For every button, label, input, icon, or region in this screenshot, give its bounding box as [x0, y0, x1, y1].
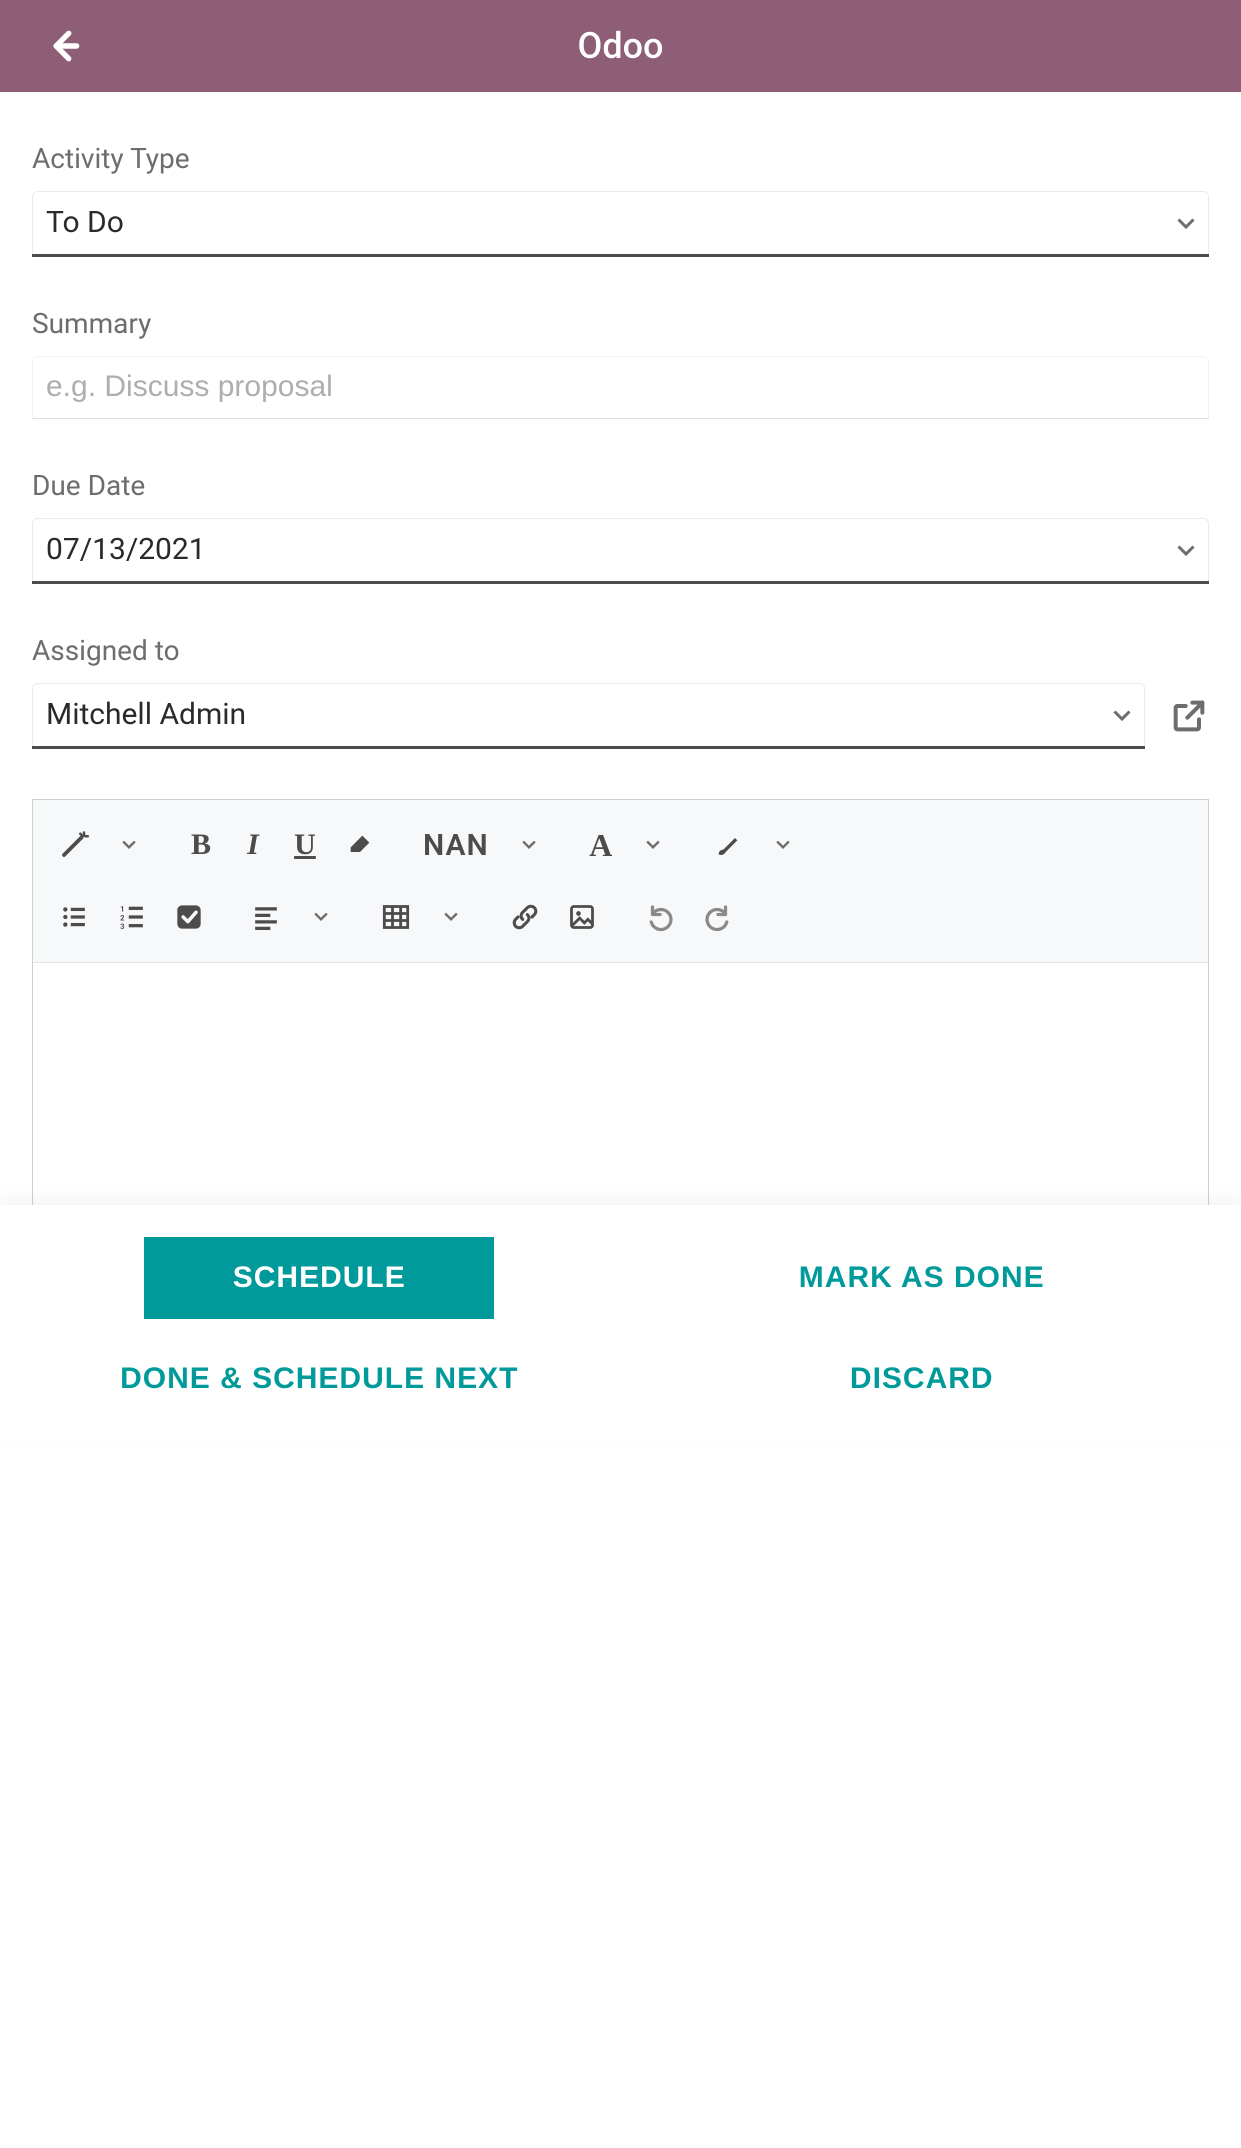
- chevron-down-icon[interactable]: [757, 818, 809, 872]
- summary-input[interactable]: [32, 356, 1209, 419]
- svg-text:2: 2: [120, 913, 125, 922]
- page-title: Odoo: [578, 25, 664, 67]
- redo-icon[interactable]: [689, 890, 747, 944]
- chevron-down-icon[interactable]: [295, 890, 347, 944]
- due-date-select[interactable]: 07/13/2021: [32, 518, 1209, 584]
- discard-button[interactable]: DISCARD: [850, 1362, 994, 1396]
- done-and-schedule-next-button[interactable]: DONE & SCHEDULE NEXT: [120, 1359, 518, 1400]
- chevron-down-icon[interactable]: [627, 818, 679, 872]
- activity-type-select[interactable]: To Do: [32, 191, 1209, 257]
- bold-icon[interactable]: B: [175, 818, 227, 872]
- back-arrow-icon[interactable]: [45, 27, 83, 65]
- font-name-select[interactable]: NAN: [409, 818, 503, 872]
- editor-toolbar: B I U NAN A: [33, 800, 1208, 963]
- assigned-to-select[interactable]: Mitchell Admin: [32, 683, 1145, 749]
- mark-as-done-button[interactable]: MARK AS DONE: [799, 1261, 1045, 1295]
- due-date-field-group: Due Date 07/13/2021: [32, 469, 1209, 584]
- summary-label: Summary: [32, 307, 1209, 340]
- svg-text:3: 3: [120, 922, 124, 930]
- assigned-to-field-group: Assigned to Mitchell Admin: [32, 634, 1209, 749]
- activity-type-label: Activity Type: [32, 142, 1209, 175]
- summary-field-group: Summary: [32, 307, 1209, 419]
- svg-text:1: 1: [120, 905, 124, 914]
- activity-form: Activity Type To Do Summary Due Date 07/…: [0, 92, 1241, 1274]
- font-color-icon[interactable]: A: [575, 818, 627, 872]
- external-link-icon[interactable]: [1169, 696, 1209, 736]
- assigned-to-label: Assigned to: [32, 634, 1209, 667]
- unordered-list-icon[interactable]: [45, 890, 103, 944]
- eraser-icon[interactable]: [331, 818, 389, 872]
- chevron-down-icon[interactable]: [503, 818, 555, 872]
- underline-icon[interactable]: U: [279, 818, 331, 872]
- chevron-down-icon[interactable]: [103, 818, 155, 872]
- link-icon[interactable]: [497, 890, 553, 944]
- rich-text-editor: B I U NAN A: [32, 799, 1209, 1274]
- app-header: Odoo: [0, 0, 1241, 92]
- footer-actions: SCHEDULE MARK AS DONE DONE & SCHEDULE NE…: [0, 1205, 1241, 1440]
- checklist-icon[interactable]: [161, 890, 217, 944]
- chevron-down-icon[interactable]: [425, 890, 477, 944]
- italic-icon[interactable]: I: [227, 818, 279, 872]
- due-date-label: Due Date: [32, 469, 1209, 502]
- table-icon[interactable]: [367, 890, 425, 944]
- align-icon[interactable]: [237, 890, 295, 944]
- image-icon[interactable]: [553, 890, 611, 944]
- schedule-button[interactable]: SCHEDULE: [144, 1237, 494, 1319]
- ordered-list-icon[interactable]: 123: [103, 890, 161, 944]
- activity-type-field-group: Activity Type To Do: [32, 142, 1209, 257]
- magic-wand-icon[interactable]: [45, 818, 103, 872]
- undo-icon[interactable]: [631, 890, 689, 944]
- brush-icon[interactable]: [699, 818, 757, 872]
